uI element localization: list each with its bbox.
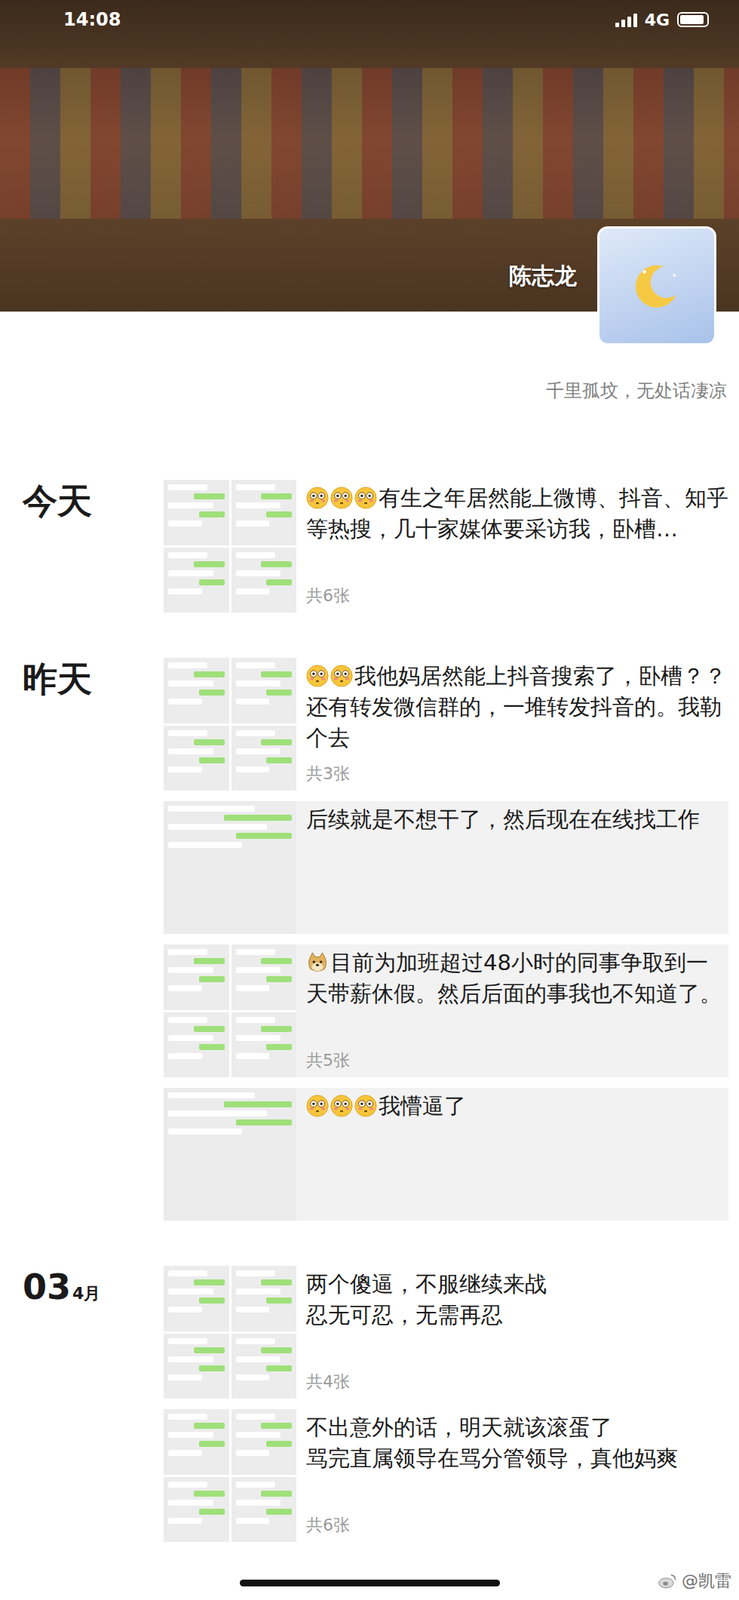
post-thumbnail[interactable] bbox=[163, 1408, 297, 1542]
moments-page: 14:084G陈志龙千里孤坟，无处话凄凉今天有生之年居然能上微博、抖音、知乎等热… bbox=[0, 0, 739, 1600]
post-text: 不出意外的话，明天就该滚蛋了 骂完直属领导在骂分管领导，真他妈爽 bbox=[306, 1411, 729, 1474]
thumbnail-tile bbox=[231, 725, 298, 792]
avatar[interactable] bbox=[597, 226, 717, 346]
post-body: 我懵逼了 bbox=[296, 1087, 729, 1221]
post-thumbnail[interactable] bbox=[163, 479, 297, 613]
image-count: 共4张 bbox=[306, 1370, 729, 1393]
weibo-icon bbox=[657, 1570, 678, 1591]
post-feed: 今天有生之年居然能上微博、抖音、知乎等热搜，几十家媒体要采访我，卧槽…共6张昨天… bbox=[0, 479, 739, 1542]
thumbnail-tile bbox=[163, 479, 230, 546]
post-row[interactable]: 后续就是不想干了，然后现在在线找工作 bbox=[163, 800, 729, 934]
post-text: 有生之年居然能上微博、抖音、知乎等热搜，几十家媒体要采访我，卧槽… bbox=[306, 482, 729, 545]
image-count: 共6张 bbox=[306, 585, 729, 607]
network-label: 4G bbox=[644, 10, 670, 30]
profile-name[interactable]: 陈志龙 bbox=[509, 260, 577, 292]
thumbnail-tile bbox=[231, 547, 298, 614]
thumbnail-tile bbox=[231, 1265, 298, 1331]
thumbnail-tile bbox=[163, 1265, 230, 1331]
cover-photo[interactable]: 14:08 4G 陈志龙 bbox=[0, 0, 739, 312]
thumbnail-tile bbox=[163, 800, 297, 934]
post-thumbnail[interactable] bbox=[163, 800, 297, 934]
status-icons: 4G bbox=[615, 10, 709, 30]
thumbnail-tile bbox=[163, 1408, 230, 1475]
flushed-face-icon bbox=[354, 486, 378, 510]
post-row[interactable]: 我他妈居然能上抖音搜索了，卧槽？？还有转发微信群的，一堆转发抖音的。我勒个去共3… bbox=[163, 657, 729, 791]
thumbnail-tile bbox=[231, 1408, 298, 1475]
flushed-face-icon bbox=[306, 486, 329, 510]
battery-icon bbox=[677, 12, 709, 28]
thumbnail-tile bbox=[163, 1087, 297, 1221]
day-group: 昨天我他妈居然能上抖音搜索了，卧槽？？还有转发微信群的，一堆转发抖音的。我勒个去… bbox=[0, 657, 739, 1221]
thumbnail-tile bbox=[231, 1476, 298, 1543]
flushed-face-icon bbox=[330, 1094, 353, 1117]
post-row[interactable]: 有生之年居然能上微博、抖音、知乎等热搜，几十家媒体要采访我，卧槽… 共6张 bbox=[163, 479, 729, 613]
image-count: 共5张 bbox=[306, 1049, 729, 1071]
thumbnail-tile bbox=[163, 1476, 230, 1543]
flushed-face-icon bbox=[330, 486, 353, 510]
thumbnail-tile bbox=[163, 725, 230, 792]
post-thumbnail[interactable] bbox=[163, 944, 297, 1077]
post-body: 目前为加班超过48小时的同事争取到一天带薪休假。然后后面的事我也不知道了。共5张 bbox=[296, 944, 729, 1077]
status-bar: 14:08 4G bbox=[0, 0, 739, 40]
flushed-face-icon bbox=[306, 664, 329, 687]
doge-icon bbox=[306, 950, 329, 974]
post-row[interactable]: 目前为加班超过48小时的同事争取到一天带薪休假。然后后面的事我也不知道了。共5张 bbox=[163, 944, 729, 1077]
post-list: 有生之年居然能上微博、抖音、知乎等热搜，几十家媒体要采访我，卧槽… 共6张 bbox=[163, 479, 739, 613]
status-time: 14:08 bbox=[63, 9, 121, 31]
post-row[interactable]: 我懵逼了 bbox=[163, 1087, 729, 1221]
thumbnail-tile bbox=[163, 1333, 230, 1399]
thumbnail-tile bbox=[231, 657, 298, 724]
flushed-face-icon bbox=[306, 1094, 329, 1117]
post-list: 两个傻逼，不服继续来战 忍无可忍，无需再忍共4张不出意外的话，明天就该滚蛋了 骂… bbox=[163, 1265, 739, 1542]
watermark: @凯雷 bbox=[657, 1569, 732, 1592]
post-text: 后续就是不想干了，然后现在在线找工作 bbox=[306, 803, 729, 835]
post-body: 我他妈居然能上抖音搜索了，卧槽？？还有转发微信群的，一堆转发抖音的。我勒个去共3… bbox=[296, 657, 729, 791]
post-text: 两个傻逼，不服继续来战 忍无可忍，无需再忍 bbox=[306, 1268, 729, 1331]
post-text: 我懵逼了 bbox=[306, 1090, 729, 1122]
day-group: 今天 有生之年居然能上微博、抖音、知乎等热搜，几十家媒体要采访我，卧槽… 共6张 bbox=[0, 479, 739, 613]
flushed-face-icon bbox=[354, 1094, 378, 1117]
cover-image bbox=[0, 67, 739, 219]
thumbnail-tile bbox=[163, 1011, 230, 1078]
post-body: 有生之年居然能上微博、抖音、知乎等热搜，几十家媒体要采访我，卧槽… 共6张 bbox=[296, 479, 729, 613]
thumbnail-tile bbox=[163, 547, 230, 614]
post-text: 我他妈居然能上抖音搜索了，卧槽？？还有转发微信群的，一堆转发抖音的。我勒个去 bbox=[306, 660, 729, 754]
post-body: 后续就是不想干了，然后现在在线找工作 bbox=[296, 800, 729, 934]
thumbnail-tile bbox=[231, 479, 298, 546]
thumbnail-tile bbox=[231, 1333, 298, 1399]
date-label: 034月 bbox=[0, 1265, 164, 1542]
post-thumbnail[interactable] bbox=[163, 1087, 297, 1221]
post-row[interactable]: 不出意外的话，明天就该滚蛋了 骂完直属领导在骂分管领导，真他妈爽共6张 bbox=[163, 1408, 729, 1542]
image-count: 共3张 bbox=[306, 763, 729, 785]
post-thumbnail[interactable] bbox=[163, 1265, 297, 1399]
home-indicator[interactable] bbox=[239, 1579, 500, 1586]
post-text: 目前为加班超过48小时的同事争取到一天带薪休假。然后后面的事我也不知道了。 bbox=[306, 947, 729, 1009]
moon-icon bbox=[630, 259, 684, 313]
date-label: 昨天 bbox=[0, 657, 164, 1221]
flushed-face-icon bbox=[330, 664, 353, 687]
thumbnail-tile bbox=[231, 1011, 298, 1078]
post-body: 两个傻逼，不服继续来战 忍无可忍，无需再忍共4张 bbox=[296, 1265, 729, 1399]
month-label: 4月 bbox=[72, 1281, 101, 1305]
post-thumbnail[interactable] bbox=[163, 657, 297, 791]
signature: 千里孤坟，无处话凄凉 bbox=[0, 379, 739, 402]
post-row[interactable]: 两个傻逼，不服继续来战 忍无可忍，无需再忍共4张 bbox=[163, 1265, 729, 1399]
thumbnail-tile bbox=[163, 657, 230, 724]
date-label: 今天 bbox=[0, 479, 164, 613]
post-list: 我他妈居然能上抖音搜索了，卧槽？？还有转发微信群的，一堆转发抖音的。我勒个去共3… bbox=[163, 657, 739, 1221]
thumbnail-tile bbox=[231, 944, 298, 1010]
signal-icon bbox=[615, 12, 638, 28]
post-body: 不出意外的话，明天就该滚蛋了 骂完直属领导在骂分管领导，真他妈爽共6张 bbox=[296, 1408, 729, 1542]
image-count: 共6张 bbox=[306, 1514, 729, 1536]
thumbnail-tile bbox=[163, 944, 230, 1010]
day-group: 034月两个傻逼，不服继续来战 忍无可忍，无需再忍共4张不出意外的话，明天就该滚… bbox=[0, 1265, 739, 1542]
